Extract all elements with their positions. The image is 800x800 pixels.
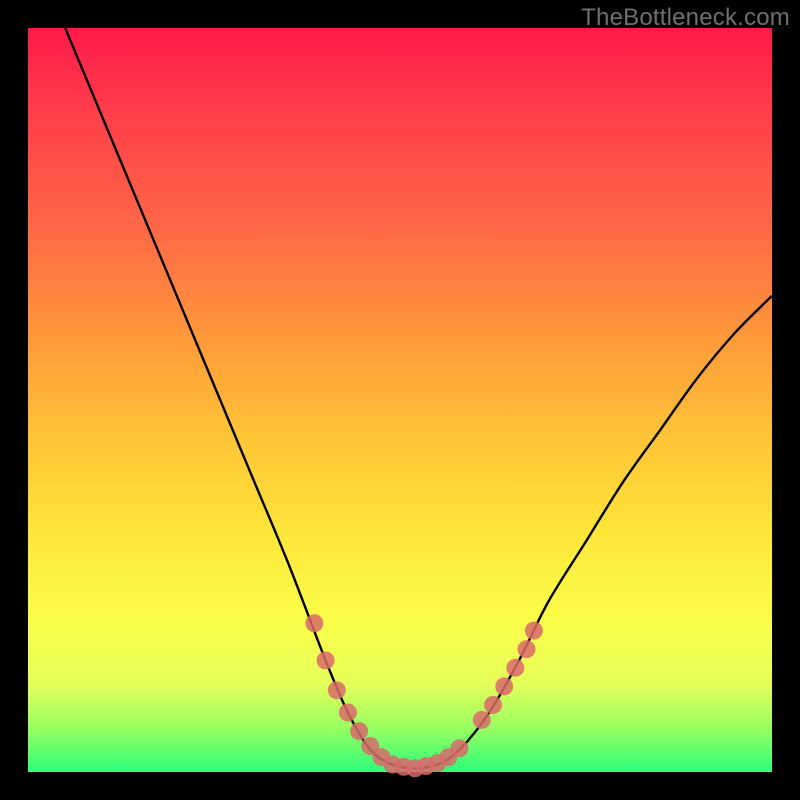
highlight-dot <box>525 622 543 640</box>
highlight-dot <box>518 640 536 658</box>
bottleneck-curve <box>65 28 772 768</box>
highlight-dot <box>328 681 346 699</box>
highlight-dot <box>506 659 524 677</box>
chart-frame: TheBottleneck.com <box>0 0 800 800</box>
curve-svg <box>28 28 772 772</box>
highlight-dot <box>495 677 513 695</box>
watermark-text: TheBottleneck.com <box>581 4 790 32</box>
highlight-dot <box>350 722 368 740</box>
highlight-dot <box>339 704 357 722</box>
highlight-dot <box>484 696 502 714</box>
highlight-dot <box>473 711 491 729</box>
highlight-dot <box>305 614 323 632</box>
plot-area <box>28 28 772 772</box>
highlight-dot <box>317 651 335 669</box>
highlight-dot <box>451 739 469 757</box>
highlight-dots <box>305 614 543 777</box>
